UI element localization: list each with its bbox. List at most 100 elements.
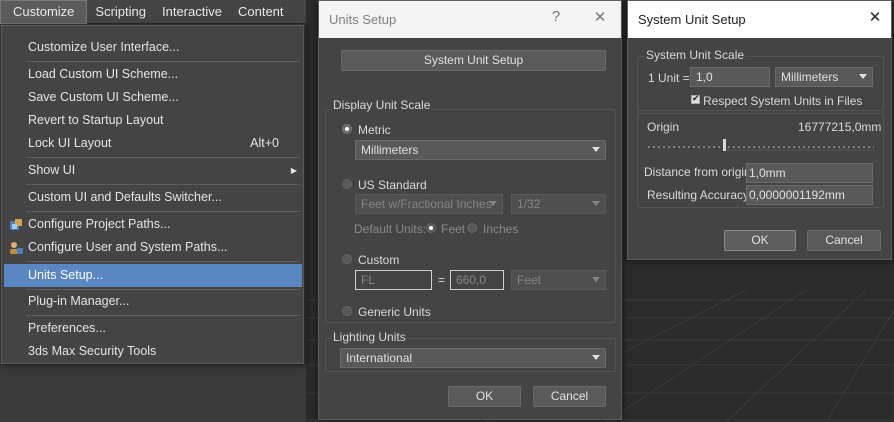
menu-item-label: Configure User and System Paths... [28, 240, 228, 254]
units-setup-titlebar: Units Setup ? ✕ [319, 1, 621, 38]
select-value: 1/32 [517, 197, 541, 211]
menu-separator [26, 157, 300, 158]
menu-separator [26, 315, 300, 316]
chevron-down-icon [489, 201, 497, 206]
menu-separator [26, 211, 300, 212]
select-value: International [346, 351, 413, 365]
cancel-button[interactable]: Cancel [533, 386, 606, 407]
default-units-label: Default Units: [354, 222, 427, 236]
inches-radio[interactable] [467, 223, 477, 233]
ok-button[interactable]: OK [724, 230, 796, 251]
menu-item-security-tools[interactable]: 3ds Max Security Tools [2, 340, 303, 363]
feet-label: Feet [441, 222, 466, 236]
respect-units-checkbox[interactable] [691, 93, 700, 104]
cancel-button[interactable]: Cancel [807, 230, 881, 251]
generic-units-label: Generic Units [358, 305, 431, 319]
lighting-units-select[interactable]: International [340, 348, 606, 368]
custom-name-input[interactable]: FL [355, 270, 432, 290]
user-paths-icon [10, 242, 23, 254]
submenu-arrow-icon: ▶ [290, 166, 297, 175]
menu-item-label: Custom UI and Defaults Switcher... [28, 190, 222, 204]
equals-sign: = [438, 273, 446, 287]
distance-value-input[interactable]: 1,0mm [746, 163, 873, 183]
menu-item-customize-ui[interactable]: Customize User Interface... [2, 36, 303, 59]
menu-separator [26, 184, 300, 185]
menu-item-save-ui-scheme[interactable]: Save Custom UI Scheme... [2, 86, 303, 109]
close-button[interactable]: ✕ [589, 8, 611, 26]
dialog-title: Units Setup [329, 12, 397, 27]
menu-item-lock-ui-layout[interactable]: Lock UI Layout Alt+0 [2, 132, 303, 155]
menu-item-label: 3ds Max Security Tools [28, 344, 157, 358]
origin-value: 16777215,0mm [798, 120, 882, 134]
menu-item-user-system-paths[interactable]: Configure User and System Paths... [2, 236, 303, 259]
chevron-down-icon [592, 201, 600, 206]
menu-item-label: Plug-in Manager... [28, 294, 130, 308]
system-unit-scale-label: System Unit Scale [645, 48, 746, 62]
accuracy-value-input[interactable]: 0,0000001192mm [746, 185, 873, 205]
menu-item-label: Customize User Interface... [28, 40, 180, 54]
chevron-down-icon [592, 355, 600, 360]
us-standard-radio[interactable] [342, 179, 352, 189]
system-unit-setup-dialog: System Unit Setup ✕ System Unit Scale 1 … [627, 0, 892, 260]
metric-unit-select[interactable]: Millimeters [355, 140, 606, 160]
origin-slider[interactable] [648, 137, 874, 153]
distance-label: Distance from origin: [644, 165, 755, 179]
menu-item-label: Configure Project Paths... [28, 217, 171, 231]
one-unit-label: 1 Unit = [648, 71, 690, 85]
menu-item-ui-switcher[interactable]: Custom UI and Defaults Switcher... [2, 186, 303, 209]
respect-units-label: Respect System Units in Files [703, 94, 863, 108]
custom-label: Custom [358, 253, 400, 267]
project-paths-icon [10, 219, 22, 230]
unit-value-input[interactable]: 1,0 [690, 67, 770, 87]
help-button[interactable]: ? [545, 8, 567, 25]
us-unit-select[interactable]: Feet w/Fractional Inches [355, 194, 503, 214]
close-button[interactable]: ✕ [864, 8, 886, 26]
menu-item-project-paths[interactable]: Configure Project Paths... [2, 213, 303, 236]
menu-item-label: Preferences... [28, 321, 106, 335]
custom-unit-select[interactable]: Feet [511, 270, 606, 290]
ok-button[interactable]: OK [448, 386, 521, 407]
chevron-down-icon [592, 147, 600, 152]
lighting-units-label: Lighting Units [332, 330, 407, 344]
menu-scripting[interactable]: Scripting [87, 0, 154, 24]
menu-separator [26, 261, 300, 262]
menu-item-units-setup[interactable]: Units Setup... [4, 264, 302, 287]
metric-radio[interactable] [342, 124, 352, 134]
chevron-down-icon [859, 74, 867, 79]
menu-separator [26, 61, 300, 62]
system-unit-select[interactable]: Millimeters [775, 67, 873, 87]
menu-interactive[interactable]: Interactive [154, 0, 230, 24]
menu-customize[interactable]: Customize [0, 0, 88, 24]
select-value: Millimeters [361, 143, 419, 157]
units-setup-dialog: Units Setup ? ✕ System Unit Setup Displa… [318, 0, 622, 420]
menu-item-label: Lock UI Layout [28, 136, 112, 150]
custom-value-input[interactable]: 660,0 [450, 270, 504, 290]
us-fraction-select[interactable]: 1/32 [511, 194, 606, 214]
select-value: Millimeters [781, 70, 839, 84]
accuracy-label: Resulting Accuracy: [647, 188, 753, 202]
feet-radio[interactable] [426, 223, 436, 233]
shortcut-text: Alt+0 [250, 136, 279, 150]
system-unit-setup-button[interactable]: System Unit Setup [341, 50, 606, 71]
menu-item-preferences[interactable]: Preferences... [2, 317, 303, 340]
menu-item-show-ui[interactable]: Show UI ▶ [2, 159, 303, 182]
menu-item-revert-layout[interactable]: Revert to Startup Layout [2, 109, 303, 132]
us-standard-label: US Standard [358, 178, 427, 192]
menu-content[interactable]: Content [230, 0, 292, 24]
menu-item-label: Show UI [28, 163, 76, 177]
chevron-down-icon [592, 277, 600, 282]
menu-item-label: Units Setup... [28, 268, 104, 282]
menu-item-load-ui-scheme[interactable]: Load Custom UI Scheme... [2, 63, 303, 86]
menu-item-label: Save Custom UI Scheme... [28, 90, 179, 104]
menu-item-plugin-manager[interactable]: Plug-in Manager... [2, 290, 303, 313]
metric-label: Metric [358, 123, 391, 137]
dialog-title: System Unit Setup [638, 12, 746, 27]
generic-units-radio[interactable] [342, 306, 352, 316]
system-unit-setup-titlebar: System Unit Setup ✕ [628, 1, 891, 38]
menu-bar: Customize Scripting Interactive Content [0, 0, 306, 24]
customize-dropdown: Customize User Interface... Load Custom … [1, 25, 304, 364]
menu-item-label: Revert to Startup Layout [28, 113, 164, 127]
select-value: Feet [517, 273, 542, 287]
custom-radio[interactable] [342, 254, 352, 264]
menu-item-label: Load Custom UI Scheme... [28, 67, 179, 81]
